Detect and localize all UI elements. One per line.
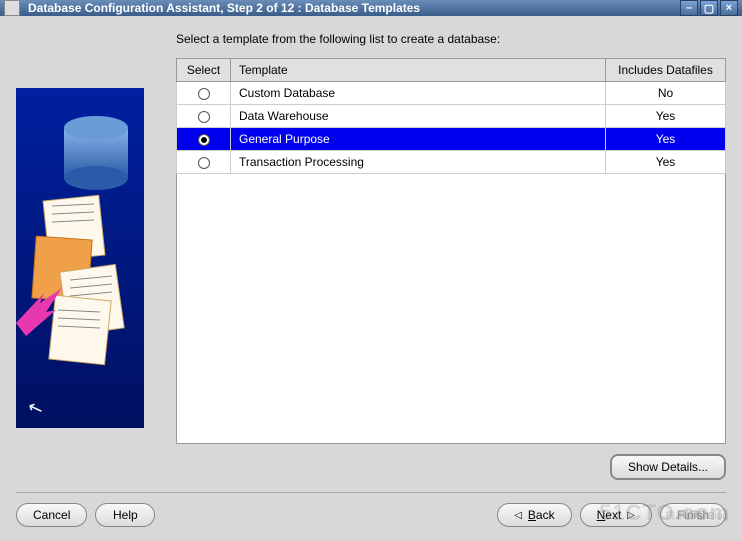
wizard-illustration: ↖ (16, 88, 144, 428)
right-panel: Select a template from the following lis… (160, 16, 742, 444)
table-row[interactable]: Custom Database No (177, 82, 726, 105)
radio-transaction-processing[interactable] (198, 157, 210, 169)
chevron-left-icon: ◁ (514, 510, 522, 521)
main-panel: ↖ Select a template from the following l… (0, 16, 742, 444)
show-details-button[interactable]: Show Details... (610, 454, 726, 480)
minimize-button[interactable]: – (680, 0, 698, 16)
app-icon (4, 0, 20, 16)
window-controls: – ▢ × (680, 0, 738, 16)
cell-includes: Yes (606, 128, 726, 151)
cell-template: General Purpose (231, 128, 606, 151)
cell-template: Data Warehouse (231, 105, 606, 128)
table-row[interactable]: Transaction Processing Yes (177, 151, 726, 174)
close-button[interactable]: × (720, 0, 738, 16)
maximize-button[interactable]: ▢ (700, 0, 718, 16)
radio-data-warehouse[interactable] (198, 111, 210, 123)
chevron-right-icon: ▷ (627, 510, 635, 521)
col-select: Select (177, 59, 231, 82)
cell-template: Transaction Processing (231, 151, 606, 174)
titlebar: Database Configuration Assistant, Step 2… (0, 0, 742, 16)
back-button[interactable]: ◁ Back (497, 503, 571, 527)
cancel-button[interactable]: Cancel (16, 503, 87, 527)
instruction-text: Select a template from the following lis… (176, 32, 726, 46)
button-bar: Cancel Help ◁ Back Next ▷ Finish (0, 493, 742, 541)
cell-template: Custom Database (231, 82, 606, 105)
cell-includes: Yes (606, 151, 726, 174)
help-button[interactable]: Help (95, 503, 155, 527)
table-header-row: Select Template Includes Datafiles (177, 59, 726, 82)
col-includes: Includes Datafiles (606, 59, 726, 82)
radio-general-purpose[interactable] (198, 134, 210, 146)
next-button[interactable]: Next ▷ (580, 503, 652, 527)
details-row: Show Details... (0, 444, 742, 490)
table-row[interactable]: General Purpose Yes (177, 128, 726, 151)
window: Database Configuration Assistant, Step 2… (0, 0, 742, 536)
radio-custom-database[interactable] (198, 88, 210, 100)
table-empty-area (176, 174, 726, 444)
template-table: Select Template Includes Datafiles Custo… (176, 58, 726, 174)
cell-includes: Yes (606, 105, 726, 128)
col-template: Template (231, 59, 606, 82)
content-area: ↖ Select a template from the following l… (0, 16, 742, 541)
cell-includes: No (606, 82, 726, 105)
left-panel: ↖ (0, 16, 160, 444)
finish-button: Finish (660, 503, 726, 527)
table-row[interactable]: Data Warehouse Yes (177, 105, 726, 128)
window-title: Database Configuration Assistant, Step 2… (28, 1, 680, 15)
